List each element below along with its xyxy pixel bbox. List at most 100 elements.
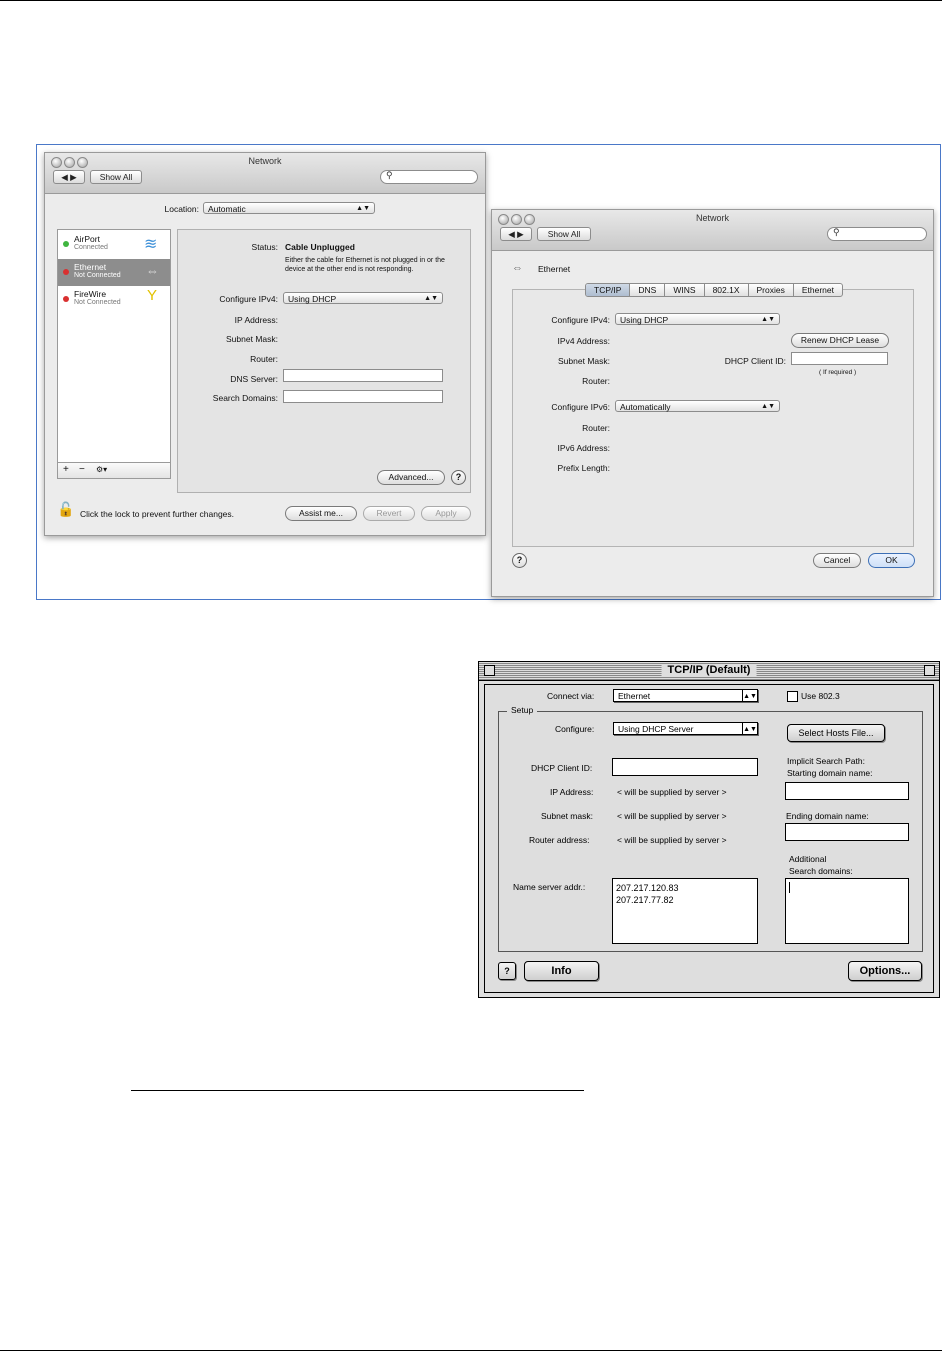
tab-proxies[interactable]: Proxies [749,284,794,296]
back-forward-buttons[interactable]: ◀ ▶ [500,227,532,241]
ipv4-address-label: IPv4 Address: [557,336,610,346]
ok-button[interactable]: OK [868,553,915,568]
configure-ipv4-value: Using DHCP [288,294,337,304]
underline-rule [131,1090,584,1091]
gear-icon[interactable]: ⚙▾ [96,465,107,474]
configure-ipv6-label: Configure IPv6: [551,402,610,412]
add-service-button[interactable]: + [63,464,69,475]
name-server-field[interactable]: 207.217.120.83 207.217.77.82 [612,878,758,944]
collapse-box[interactable] [924,665,935,676]
starting-domain-label: Starting domain name: [787,768,873,778]
tab-8021x[interactable]: 802.1X [705,284,749,296]
dns-server-label: DNS Server: [230,374,278,384]
service-item-firewire[interactable]: FireWire Not Connected Y [58,287,170,313]
service-status: Not Connected [74,299,121,306]
chevron-updown-icon: ▲▼ [742,723,757,734]
location-label: Location: [164,204,200,214]
configure-ipv4-popup[interactable]: Using DHCP ▲▼ [615,313,780,325]
use-8023-checkbox[interactable] [787,691,798,702]
help-button[interactable]: ? [451,470,466,485]
configure-ipv4-popup[interactable]: Using DHCP ▲▼ [283,292,443,304]
text-cursor [789,882,790,893]
name-server-label: Name server addr.: [513,882,586,892]
service-title: Ethernet [538,264,571,274]
info-button[interactable]: Info [524,961,599,981]
tab-wins[interactable]: WINS [665,284,705,296]
router-label: Router: [250,354,278,364]
configure-ipv6-popup[interactable]: Automatically ▲▼ [615,400,780,412]
chevron-updown-icon: ▲▼ [761,316,775,323]
title-bar: Network ◀ ▶ Show All ⚲ [45,153,485,194]
window-title: Network [695,213,729,223]
ip-address-value: < will be supplied by server > [617,787,727,797]
revert-button[interactable]: Revert [363,506,415,521]
tab-dns[interactable]: DNS [630,284,666,296]
dhcp-client-id-label: DHCP Client ID: [531,763,593,773]
classic-tcpip-window: TCP/IP (Default) Connect via: Ethernet ▲▼… [478,661,940,998]
status-dot-icon [63,241,69,247]
header-rule [0,0,942,1]
window-title: Network [248,156,282,166]
service-status: Connected [74,244,108,251]
search-domains-label: Search Domains: [212,393,278,403]
ethernet-icon: ⇔ [512,262,523,274]
subnet-mask-label: Subnet mask: [541,811,593,821]
options-button[interactable]: Options... [848,961,922,981]
if-required-note: ( If required ) [819,369,857,376]
cancel-button[interactable]: Cancel [813,553,861,568]
dhcp-client-id-field[interactable] [612,758,758,776]
location-popup[interactable]: Automatic ▲▼ [203,202,375,214]
dns-server-field[interactable] [283,369,443,382]
subnet-mask-label: Subnet Mask: [226,334,278,344]
tab-ethernet[interactable]: Ethernet [794,284,842,296]
service-status: Not Connected [74,272,121,279]
assist-me-button[interactable]: Assist me... [285,506,357,521]
tab-panel [512,289,914,547]
configure-label: Configure: [555,724,595,734]
advanced-button[interactable]: Advanced... [377,470,445,485]
back-forward-buttons[interactable]: ◀ ▶ [53,170,85,184]
advanced-network-window: Network ◀ ▶ Show All ⚲ ⇔ Ethernet TCP/IP… [491,209,934,597]
service-item-ethernet[interactable]: Ethernet Not Connected ⇔ [58,259,170,286]
apply-button[interactable]: Apply [421,506,471,521]
search-icon: ⚲ [833,227,840,237]
tab-bar: TCP/IP DNS WINS 802.1X Proxies Ethernet [585,283,843,297]
search-domains-field[interactable] [785,878,909,944]
lock-text: Click the lock to prevent further change… [80,509,235,519]
show-all-button[interactable]: Show All [537,227,591,241]
firewire-icon: Y [147,287,158,304]
search-field[interactable]: ⚲ [827,227,927,241]
router6-label: Router: [582,423,610,433]
chevron-updown-icon: ▲▼ [356,205,370,212]
router-label: Router: [582,376,610,386]
close-box[interactable] [484,665,495,676]
search-field[interactable]: ⚲ [380,170,478,184]
connect-via-popup[interactable]: Ethernet ▲▼ [613,689,758,702]
tab-tcpip[interactable]: TCP/IP [586,284,631,296]
ipv6-address-label: IPv6 Address: [557,443,610,453]
configure-popup[interactable]: Using DHCP Server ▲▼ [613,722,758,735]
select-hosts-file-button[interactable]: Select Hosts File... [787,724,885,742]
dhcp-client-id-label: DHCP Client ID: [724,356,786,366]
starting-domain-field[interactable] [785,782,909,800]
connect-via-value: Ethernet [618,691,651,701]
remove-service-button[interactable]: − [79,464,85,475]
search-domains-field[interactable] [283,390,443,403]
configure-ipv4-label: Configure IPv4: [551,315,610,325]
status-label: Status: [251,242,278,252]
status-value: Cable Unplugged [285,242,355,252]
renew-dhcp-lease-button[interactable]: Renew DHCP Lease [791,333,889,348]
lock-icon[interactable]: 🔓 [57,501,74,517]
show-all-button[interactable]: Show All [90,170,142,184]
service-item-airport[interactable]: AirPort Connected ≋ [58,232,170,258]
location-value: Automatic [208,204,246,214]
status-detail: Either the cable for Ethernet is not plu… [285,257,445,273]
dhcp-client-id-field[interactable] [791,352,888,365]
setup-group-label: Setup [507,705,538,715]
help-button[interactable]: ? [512,553,527,568]
ending-domain-field[interactable] [785,823,909,841]
chevron-updown-icon: ▲▼ [761,403,775,410]
search-icon: ⚲ [386,170,393,180]
ethernet-icon: ⇔ [146,263,159,278]
help-button[interactable]: ? [498,962,516,980]
